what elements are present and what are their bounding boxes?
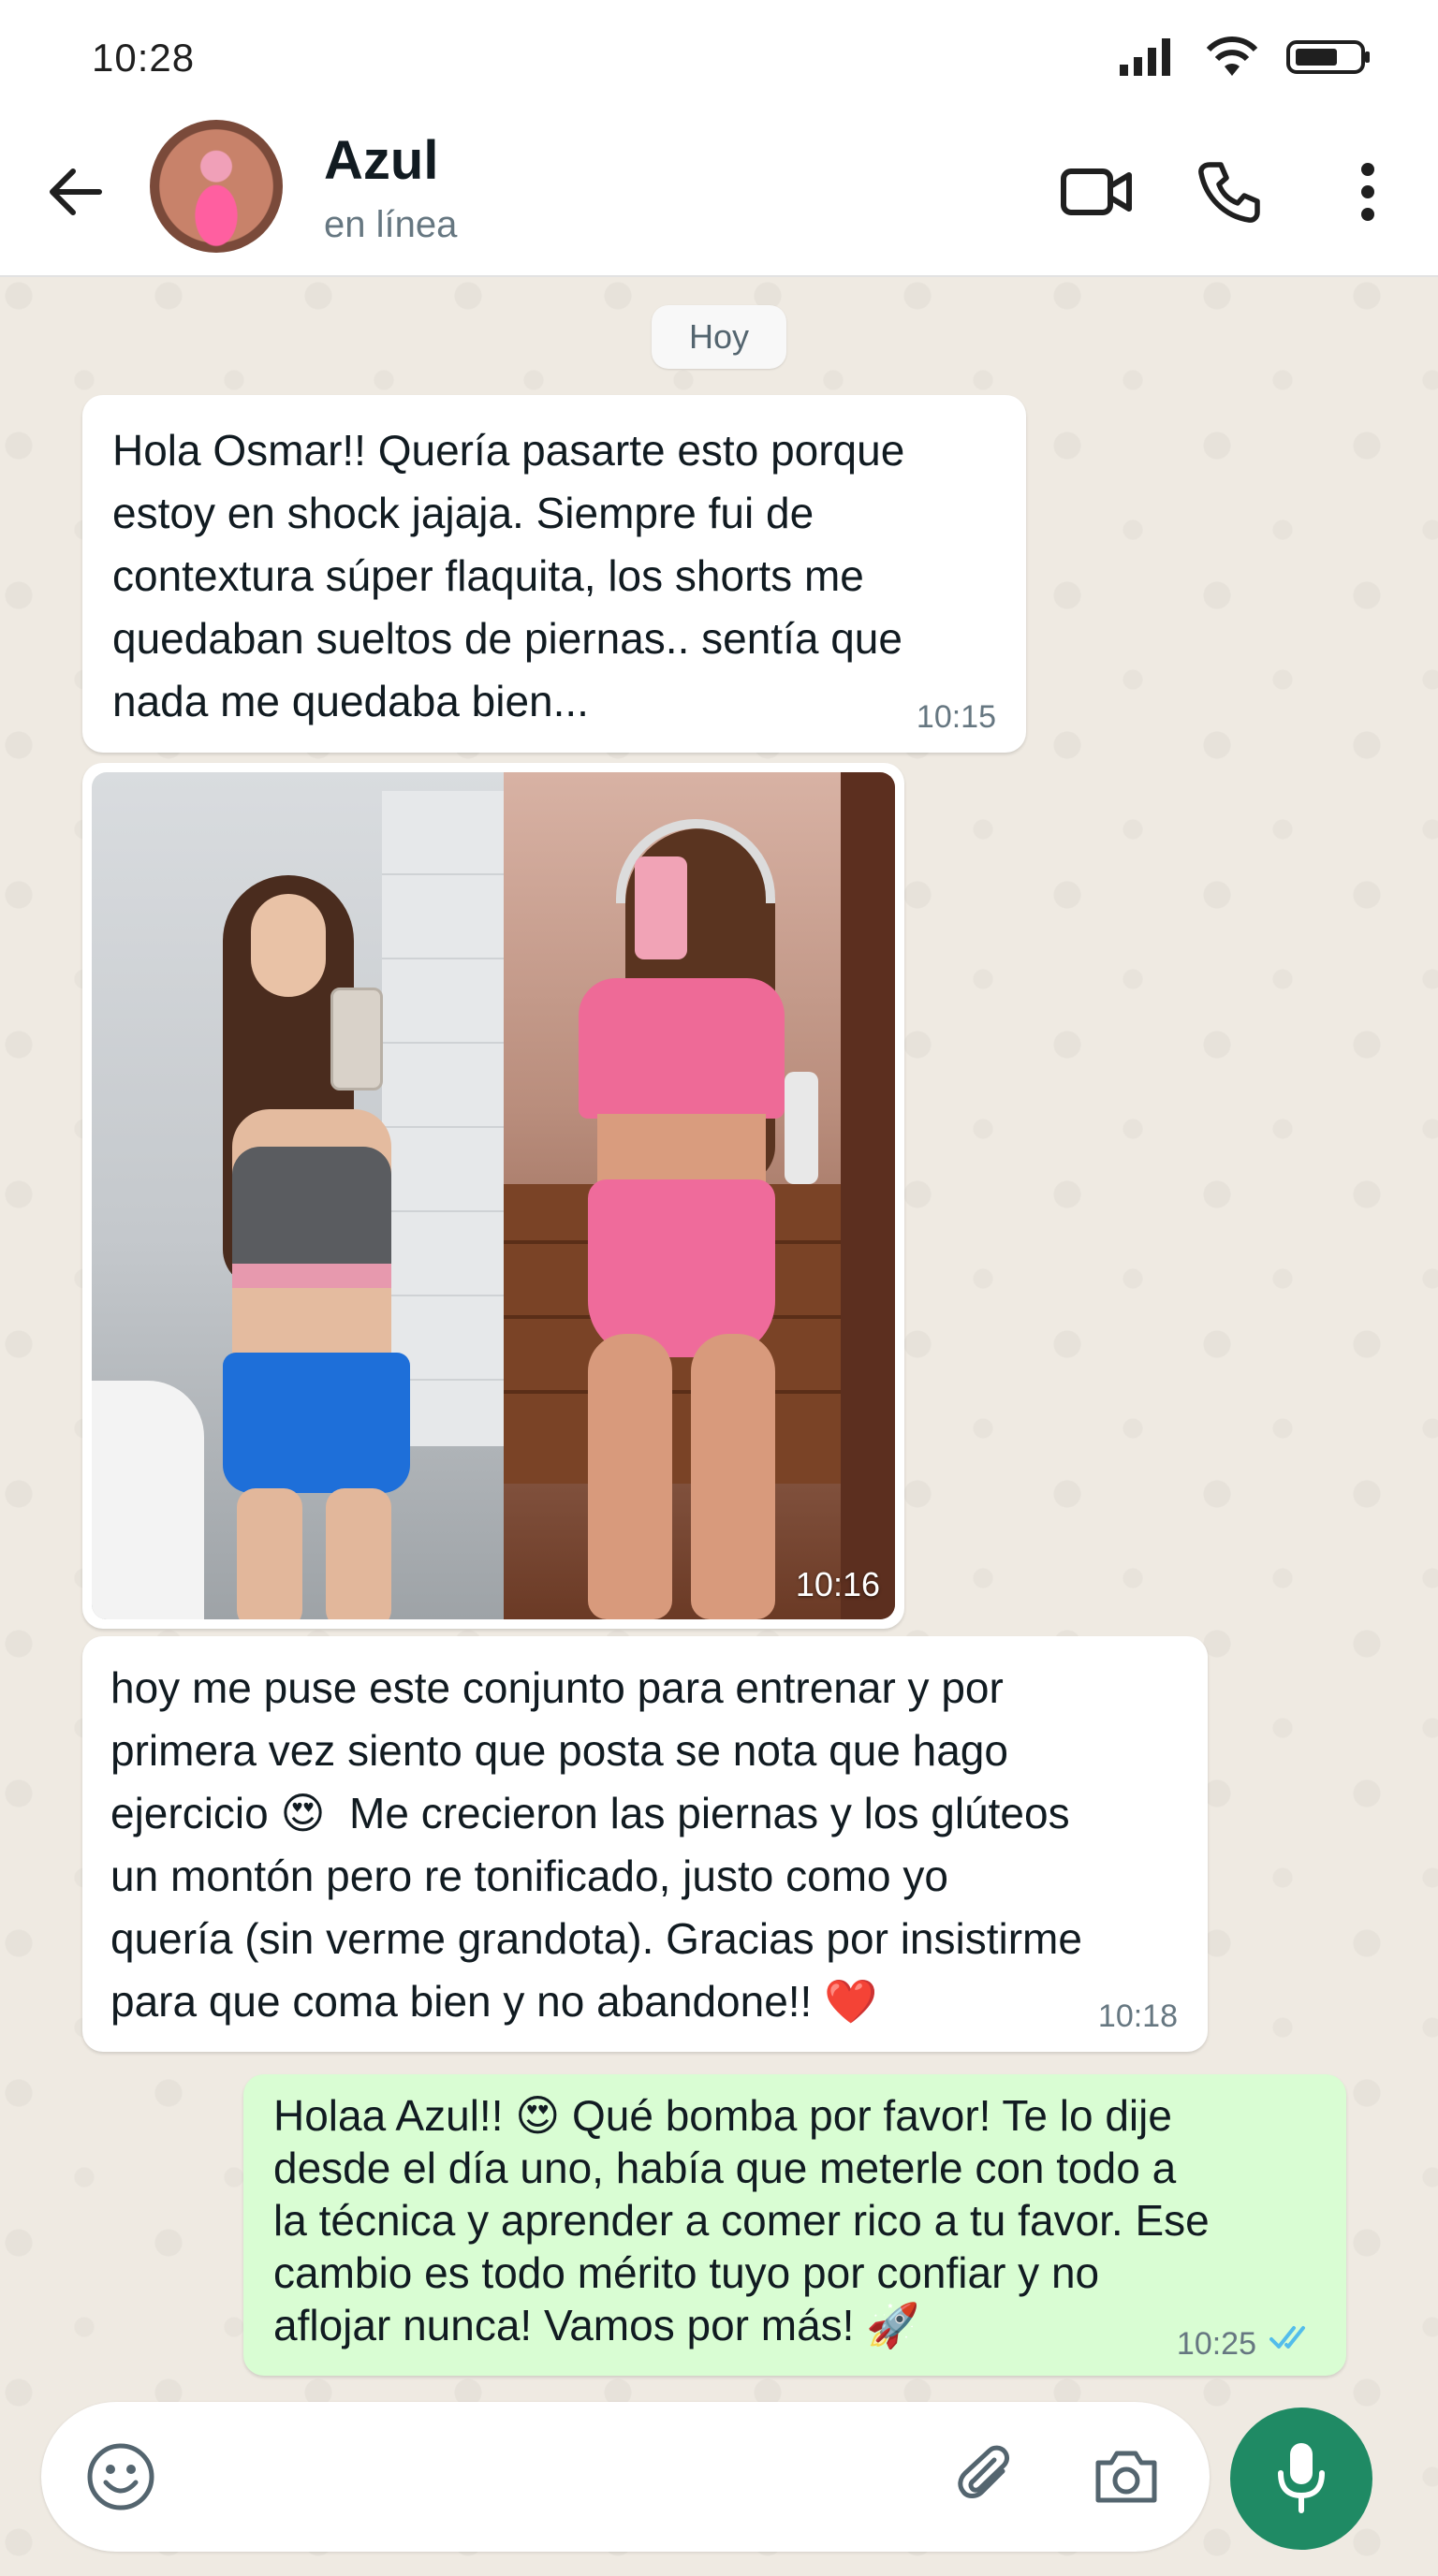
chat-header: Azul en línea	[0, 112, 1438, 277]
image-message[interactable]: 10:16	[82, 763, 904, 1629]
wifi-icon	[1204, 36, 1260, 82]
date-separator: Hoy	[652, 305, 786, 369]
message-time: 10:18	[1097, 1998, 1178, 2034]
battery-icon	[1286, 37, 1372, 82]
message-text: Hola Osmar!! Quería pasarte esto porque …	[112, 426, 905, 725]
message-text: hoy me puse este conjunto para entrenar …	[110, 1663, 1082, 2026]
back-arrow-icon[interactable]	[37, 154, 112, 229]
message-text: Holaa Azul!! 😍 Qué bomba por favor! Te l…	[273, 2091, 1210, 2349]
avatar[interactable]	[150, 120, 283, 253]
double-check-icon	[1269, 2324, 1316, 2357]
signal-icon	[1118, 37, 1178, 82]
contact-name[interactable]: Azul	[324, 129, 438, 192]
mic-icon	[1273, 2439, 1329, 2519]
status-bar: 10:28	[0, 0, 1438, 112]
message-bubble-out[interactable]: Holaa Azul!! 😍 Qué bomba por favor! Te l…	[243, 2074, 1346, 2376]
video-call-icon[interactable]	[1054, 150, 1138, 234]
camera-icon[interactable]	[1084, 2435, 1168, 2519]
message-time: 10:16	[795, 1565, 880, 1603]
phone-icon[interactable]	[1187, 150, 1271, 234]
attach-icon[interactable]	[946, 2435, 1030, 2519]
more-vertical-icon[interactable]	[1326, 150, 1410, 234]
photo-before	[92, 772, 504, 1619]
status-time: 10:28	[92, 36, 196, 80]
message-time: 10:15	[916, 699, 996, 735]
mic-button[interactable]	[1230, 2408, 1372, 2550]
contact-status: en línea	[324, 204, 458, 245]
status-icons	[1118, 36, 1372, 82]
photo-after	[504, 772, 895, 1619]
message-time: 10:25	[1176, 2326, 1256, 2362]
message-bubble-in[interactable]: Hola Osmar!! Quería pasarte esto porque …	[82, 395, 1026, 753]
message-bubble-in[interactable]: hoy me puse este conjunto para entrenar …	[82, 1636, 1208, 2052]
message-input[interactable]	[41, 2402, 1210, 2552]
emoji-icon[interactable]	[79, 2435, 163, 2519]
